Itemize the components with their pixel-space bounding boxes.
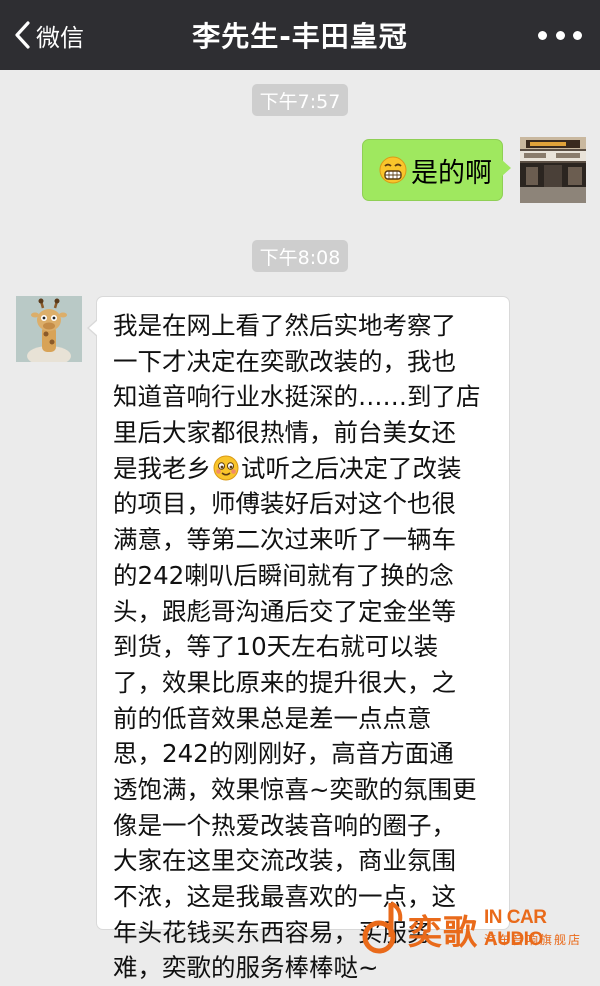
blushing-face-emoji (213, 455, 239, 491)
music-note-logo-icon (362, 901, 403, 954)
message-line: 我是在网上看了然后实地考察了 (113, 311, 456, 340)
message-line: 一下才决定在奕歌改装的，我也 (113, 346, 456, 376)
message-line: 的242喇叭后瞬间就有了换的念 (113, 560, 454, 590)
watermark-brand-cn: 奕歌 (408, 913, 478, 953)
message-line: 知道音响行业水挺深的……到了店 (113, 382, 481, 412)
message-fragment: 试听之后决定了改装 (241, 453, 462, 483)
watermark-tagline: 汽车音响旗舰店 (484, 933, 583, 947)
message-line: 到货，等了10天左右就可以装 (113, 632, 439, 662)
giraffe-image (16, 296, 82, 362)
dot (538, 30, 547, 40)
message-line: 前的低音效果总是差一点点意 (113, 703, 432, 733)
dot (573, 30, 582, 40)
store-photo-image (520, 137, 586, 203)
sent-message-bubble[interactable]: 是的啊 (362, 139, 511, 201)
message-fragment: 是我老乡 (113, 453, 211, 483)
grinning-face-emoji (379, 156, 407, 184)
timestamp: 下午7:57 (252, 84, 348, 116)
timestamp: 下午8:08 (252, 240, 348, 272)
more-dots-icon[interactable] (538, 0, 582, 70)
received-message-text: 我是在网上看了然后实地考察了 一下才决定在奕歌改装的，我也 知道音响行业水挺深的… (113, 308, 497, 986)
store-photo-avatar[interactable] (520, 137, 586, 203)
message-line: 了，效果比原来的提升很大，之 (113, 667, 456, 697)
received-message-bubble[interactable]: 我是在网上看了然后实地考察了 一下才决定在奕歌改装的，我也 知道音响行业水挺深的… (87, 296, 510, 982)
message-line: 是我老乡 试听之后决定了改装 (113, 451, 497, 487)
giraffe-avatar[interactable] (16, 296, 82, 362)
chat-title: 李先生-丰田皇冠 (192, 20, 408, 53)
message-line: 思，242的刚刚好，高音方面通 (113, 739, 454, 769)
message-line: 头，跟彪哥沟通后交了定金坐等 (113, 596, 456, 626)
sent-message-text: 是的啊 (411, 157, 492, 189)
dot (555, 30, 565, 40)
message-line: 满意，等第二次过来听了一辆车 (113, 525, 456, 555)
message-line: 透饱满，效果惊喜~奕歌的氛围更 (113, 774, 477, 804)
message-line: 大家在这里交流改装，商业氛围 (113, 846, 456, 876)
message-line: 的项目，师傅装好后对这个也很 (113, 489, 456, 519)
nav-bar: 微信 李先生-丰田皇冠 (0, 0, 600, 70)
message-line: 里后大家都很热情，前台美女还 (113, 418, 456, 448)
brand-watermark: 奕歌 IN CAR AUDIO 汽车音响旗舰店 (362, 893, 600, 958)
message-line: 像是一个热爱改装音响的圈子， (113, 810, 456, 840)
